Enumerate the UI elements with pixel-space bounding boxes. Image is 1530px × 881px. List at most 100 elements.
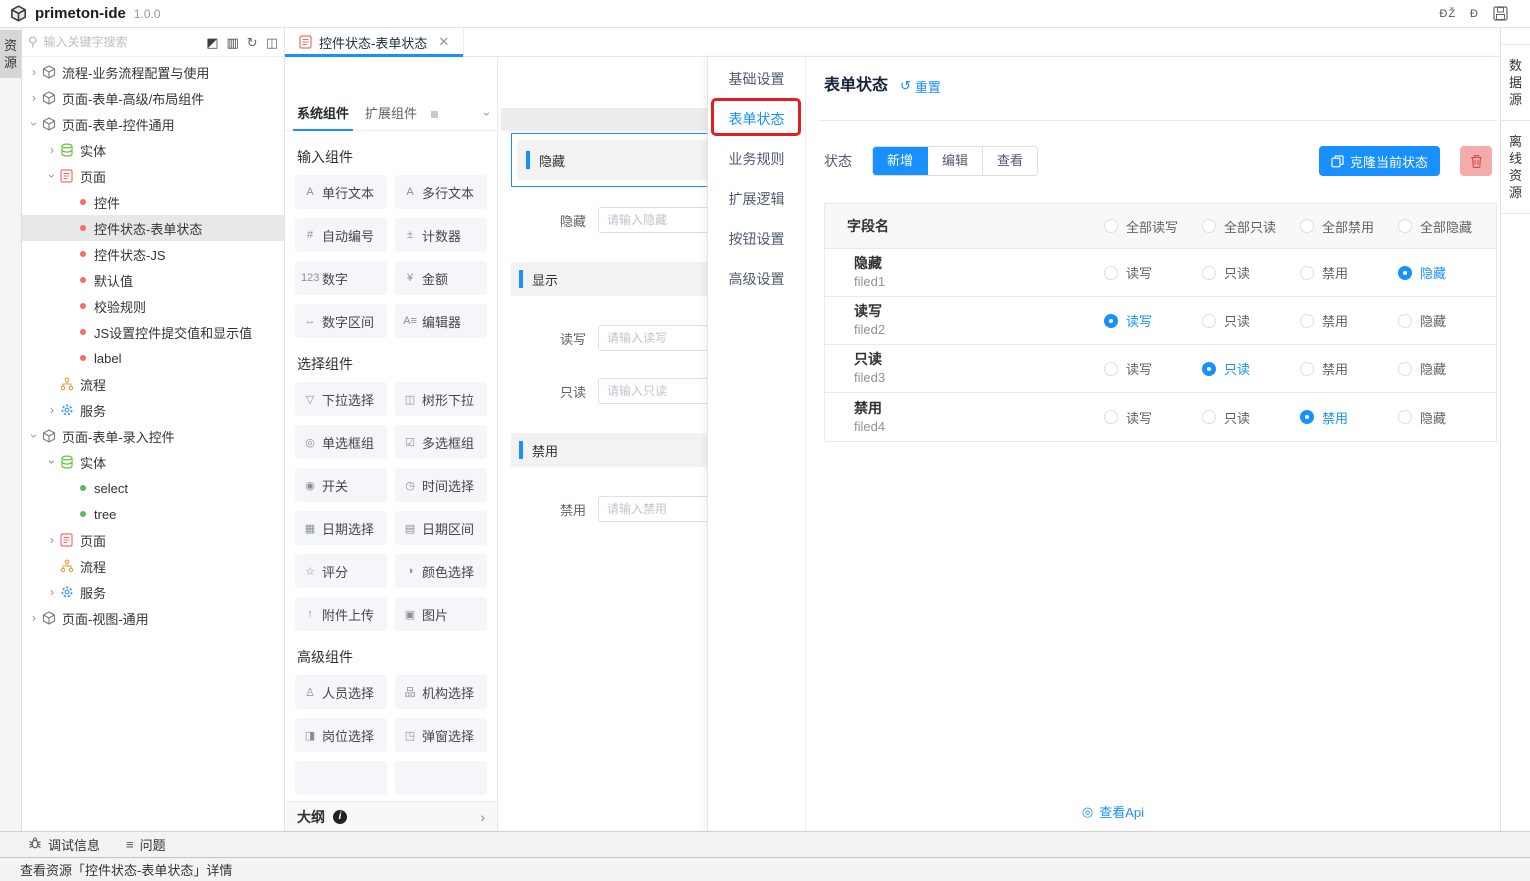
settings-menu-item[interactable]: 高级设置 — [708, 259, 805, 299]
palette-pin-icon[interactable] — [431, 111, 438, 118]
tree-item[interactable]: ›服务 — [22, 579, 284, 605]
tree-item[interactable]: ›页面-表单-高级/布局组件 — [22, 85, 284, 111]
expand-chevron-icon[interactable]: › — [26, 91, 42, 105]
right-rail-tab-datasource[interactable]: 数据源 — [1501, 44, 1530, 121]
radio-button[interactable] — [1398, 314, 1412, 328]
tree-item[interactable]: tree — [22, 501, 284, 527]
palette-item-partial[interactable] — [295, 761, 387, 795]
palette-item-color-picker[interactable]: ◑颜色选择 — [395, 554, 487, 588]
expand-chevron-icon[interactable]: › — [44, 533, 60, 547]
field-input[interactable] — [598, 325, 707, 351]
state-option-button[interactable]: 编辑 — [928, 147, 983, 175]
radio-button[interactable] — [1202, 219, 1216, 233]
tree-item[interactable]: ›服务 — [22, 397, 284, 423]
palette-item-switch[interactable]: ◉开关 — [295, 468, 387, 502]
field-input[interactable] — [598, 378, 707, 404]
palette-item-radio-group[interactable]: ◎单选框组 — [295, 425, 387, 459]
tree-item[interactable]: 控件状态-JS — [22, 241, 284, 267]
collapse-chevron-icon[interactable]: › — [45, 168, 59, 184]
chevron-right-icon[interactable]: › — [480, 809, 485, 825]
palette-item-number-range[interactable]: ↔数字区间 — [295, 304, 387, 338]
radio-button[interactable] — [1300, 266, 1314, 280]
bottom-bar-item-problems[interactable]: ≡问题 — [126, 835, 166, 854]
settings-menu-item[interactable]: 扩展逻辑 — [708, 179, 805, 219]
reset-button[interactable]: ↺ 重置 — [900, 77, 941, 96]
palette-item-number[interactable]: 123数字 — [295, 261, 387, 295]
palette-item-image[interactable]: ▣图片 — [395, 597, 487, 631]
palette-item-select[interactable]: ▽下拉选择 — [295, 382, 387, 416]
tree-item[interactable]: ›页面 — [22, 527, 284, 553]
outline-footer[interactable]: 大纲 i › — [285, 801, 497, 831]
tab-system-components[interactable]: 系统组件 — [293, 98, 353, 131]
editor-tab-active[interactable]: 控件状态-表单状态 ✕ — [285, 28, 464, 56]
tab-extension-components[interactable]: 扩展组件 — [361, 98, 421, 131]
resource-rail-tab[interactable]: 资源 — [0, 30, 21, 78]
radio-button[interactable] — [1202, 362, 1216, 376]
settings-menu-item[interactable]: 基础设置 — [708, 59, 805, 99]
tree-item[interactable]: ›流程-业务流程配置与使用 — [22, 59, 284, 85]
close-tab-icon[interactable]: ✕ — [438, 34, 449, 50]
palette-item-single-text[interactable]: A单行文本 — [295, 175, 387, 209]
locate-file-icon[interactable]: ◩ — [206, 36, 218, 49]
tree-item[interactable]: 流程 — [22, 553, 284, 579]
expand-chevron-icon[interactable]: › — [26, 65, 42, 79]
palette-item-auto-number[interactable]: #自动编号 — [295, 218, 387, 252]
save-icon[interactable] — [1493, 6, 1508, 21]
radio-button[interactable] — [1202, 410, 1216, 424]
tree-item[interactable]: 默认值 — [22, 267, 284, 293]
tree-item[interactable]: ›页面-表单-控件通用 — [22, 111, 284, 137]
titlebar-tool-icon-1[interactable]: ĐŽ — [1439, 8, 1456, 20]
palette-item-multi-text[interactable]: A多行文本 — [395, 175, 487, 209]
radio-button[interactable] — [1300, 410, 1314, 424]
palette-item-org-select[interactable]: 品机构选择 — [395, 675, 487, 709]
search-input[interactable] — [44, 35, 174, 49]
palette-item-editor[interactable]: A≡编辑器 — [395, 304, 487, 338]
palette-item-popup-select[interactable]: ◳弹窗选择 — [395, 718, 487, 752]
palette-item-money[interactable]: ¥金额 — [395, 261, 487, 295]
settings-menu-item[interactable]: 按钮设置 — [708, 219, 805, 259]
expand-chevron-icon[interactable]: › — [44, 585, 60, 599]
tree-item[interactable]: ›页面-表单-录入控件 — [22, 423, 284, 449]
palette-item-time-picker[interactable]: ◷时间选择 — [395, 468, 487, 502]
palette-item-post-select[interactable]: ◨岗位选择 — [295, 718, 387, 752]
tree-item[interactable]: ›页面-视图-通用 — [22, 605, 284, 631]
collapse-chevron-icon[interactable]: › — [27, 428, 41, 444]
settings-menu-item[interactable]: 表单状态 — [708, 99, 805, 139]
delete-state-button[interactable] — [1460, 146, 1492, 176]
palette-item-date-picker[interactable]: ▦日期选择 — [295, 511, 387, 545]
tree-item[interactable]: 校验规则 — [22, 293, 284, 319]
radio-button[interactable] — [1104, 362, 1118, 376]
collapse-all-icon[interactable]: ◫ — [266, 36, 278, 49]
collapse-chevron-icon[interactable]: › — [27, 116, 41, 132]
bottom-bar-item-debug-info[interactable]: 调试信息 — [28, 835, 100, 854]
radio-button[interactable] — [1398, 410, 1412, 424]
palette-item-tree-select[interactable]: ◫树形下拉 — [395, 382, 487, 416]
tree-item[interactable]: label — [22, 345, 284, 371]
palette-item-rate[interactable]: ☆评分 — [295, 554, 387, 588]
radio-button[interactable] — [1300, 219, 1314, 233]
collapse-folder-icon[interactable]: ▥ — [227, 36, 239, 49]
tree-item[interactable]: select — [22, 475, 284, 501]
radio-button[interactable] — [1202, 266, 1216, 280]
palette-item-upload[interactable]: ↑附件上传 — [295, 597, 387, 631]
tree-item[interactable]: JS设置控件提交值和显示值 — [22, 319, 284, 345]
clone-state-button[interactable]: 克隆当前状态 — [1319, 146, 1440, 176]
field-input[interactable] — [598, 496, 707, 522]
view-api-link[interactable]: ◎ 查看Api — [806, 802, 1420, 821]
palette-item-person-select[interactable]: ♙人员选择 — [295, 675, 387, 709]
radio-button[interactable] — [1398, 219, 1412, 233]
palette-item-date-range[interactable]: ▤日期区间 — [395, 511, 487, 545]
state-option-button[interactable]: 新增 — [873, 147, 928, 175]
palette-item-checkbox-group[interactable]: ☑多选框组 — [395, 425, 487, 459]
selected-group-outline[interactable]: 隐藏 — [511, 133, 707, 187]
radio-button[interactable] — [1300, 314, 1314, 328]
tree-item[interactable]: ›实体 — [22, 449, 284, 475]
expand-chevron-icon[interactable]: › — [44, 143, 60, 157]
radio-button[interactable] — [1398, 362, 1412, 376]
radio-button[interactable] — [1202, 314, 1216, 328]
palette-item-counter[interactable]: ±计数器 — [395, 218, 487, 252]
expand-chevron-icon[interactable]: › — [26, 611, 42, 625]
radio-button[interactable] — [1104, 219, 1118, 233]
radio-button[interactable] — [1300, 362, 1314, 376]
tree-item[interactable]: 控件状态-表单状态 — [22, 215, 284, 241]
